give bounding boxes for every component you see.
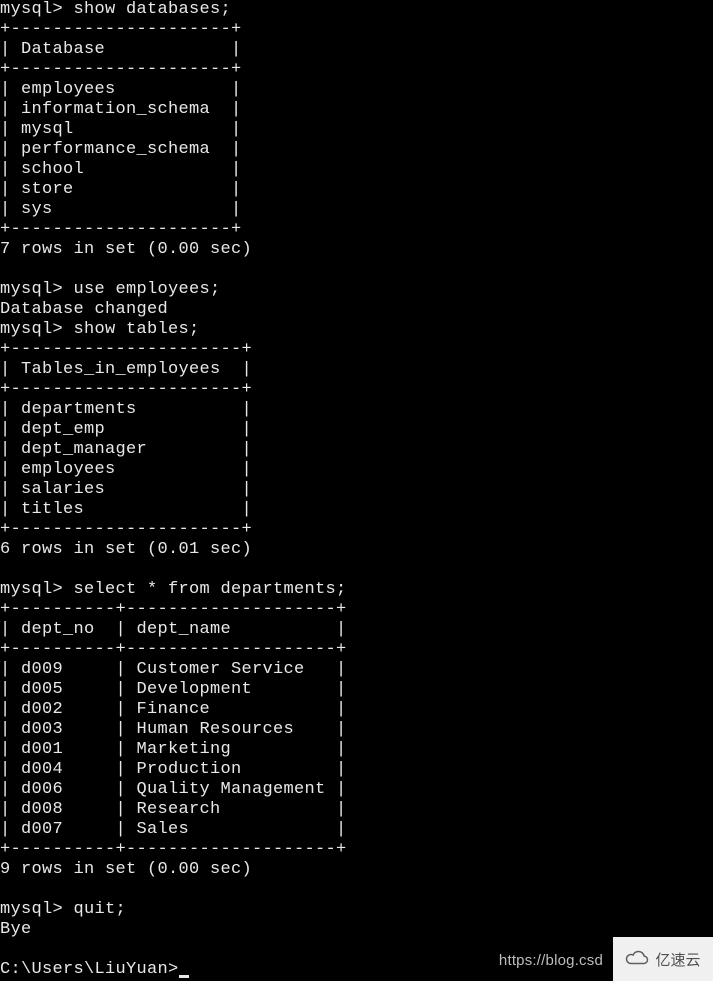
cloud-icon: [625, 950, 649, 968]
terminal-output[interactable]: mysql> show databases; +----------------…: [0, 0, 713, 980]
watermark-brand: 亿速云: [655, 949, 700, 970]
watermark-url: https://blog.csd: [499, 952, 603, 969]
cursor: [179, 975, 189, 978]
watermark-badge: 亿速云: [613, 937, 713, 981]
